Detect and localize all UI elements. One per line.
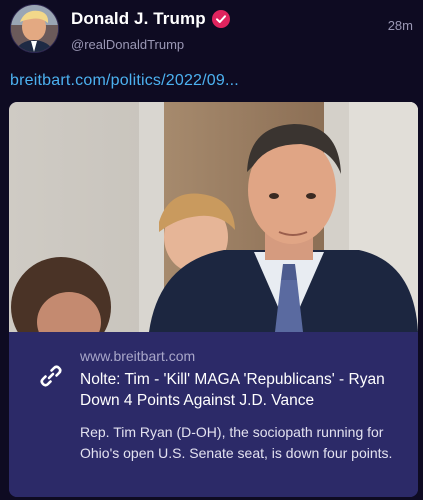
- user-handle[interactable]: @realDonaldTrump: [71, 37, 184, 52]
- post-timestamp[interactable]: 28m: [388, 18, 413, 33]
- card-domain: www.breitbart.com: [80, 348, 196, 364]
- link-preview-body: www.breitbart.com Nolte: Tim - 'Kill' MA…: [9, 332, 418, 497]
- author-name-row: Donald J. Trump: [71, 9, 230, 29]
- card-title[interactable]: Nolte: Tim - 'Kill' MAGA 'Republicans' -…: [80, 369, 410, 411]
- post: Donald J. Trump @realDonaldTrump 28m bre…: [0, 0, 423, 500]
- post-link[interactable]: breitbart.com/politics/2022/09...: [10, 72, 239, 90]
- link-preview-image: [9, 102, 418, 332]
- link-preview-card[interactable]: www.breitbart.com Nolte: Tim - 'Kill' MA…: [9, 102, 418, 497]
- avatar[interactable]: [10, 4, 59, 53]
- verified-badge-icon: [211, 10, 230, 28]
- display-name[interactable]: Donald J. Trump: [71, 9, 206, 29]
- card-description: Rep. Tim Ryan (D-OH), the sociopath runn…: [80, 424, 393, 461]
- link-chain-icon: [38, 363, 64, 389]
